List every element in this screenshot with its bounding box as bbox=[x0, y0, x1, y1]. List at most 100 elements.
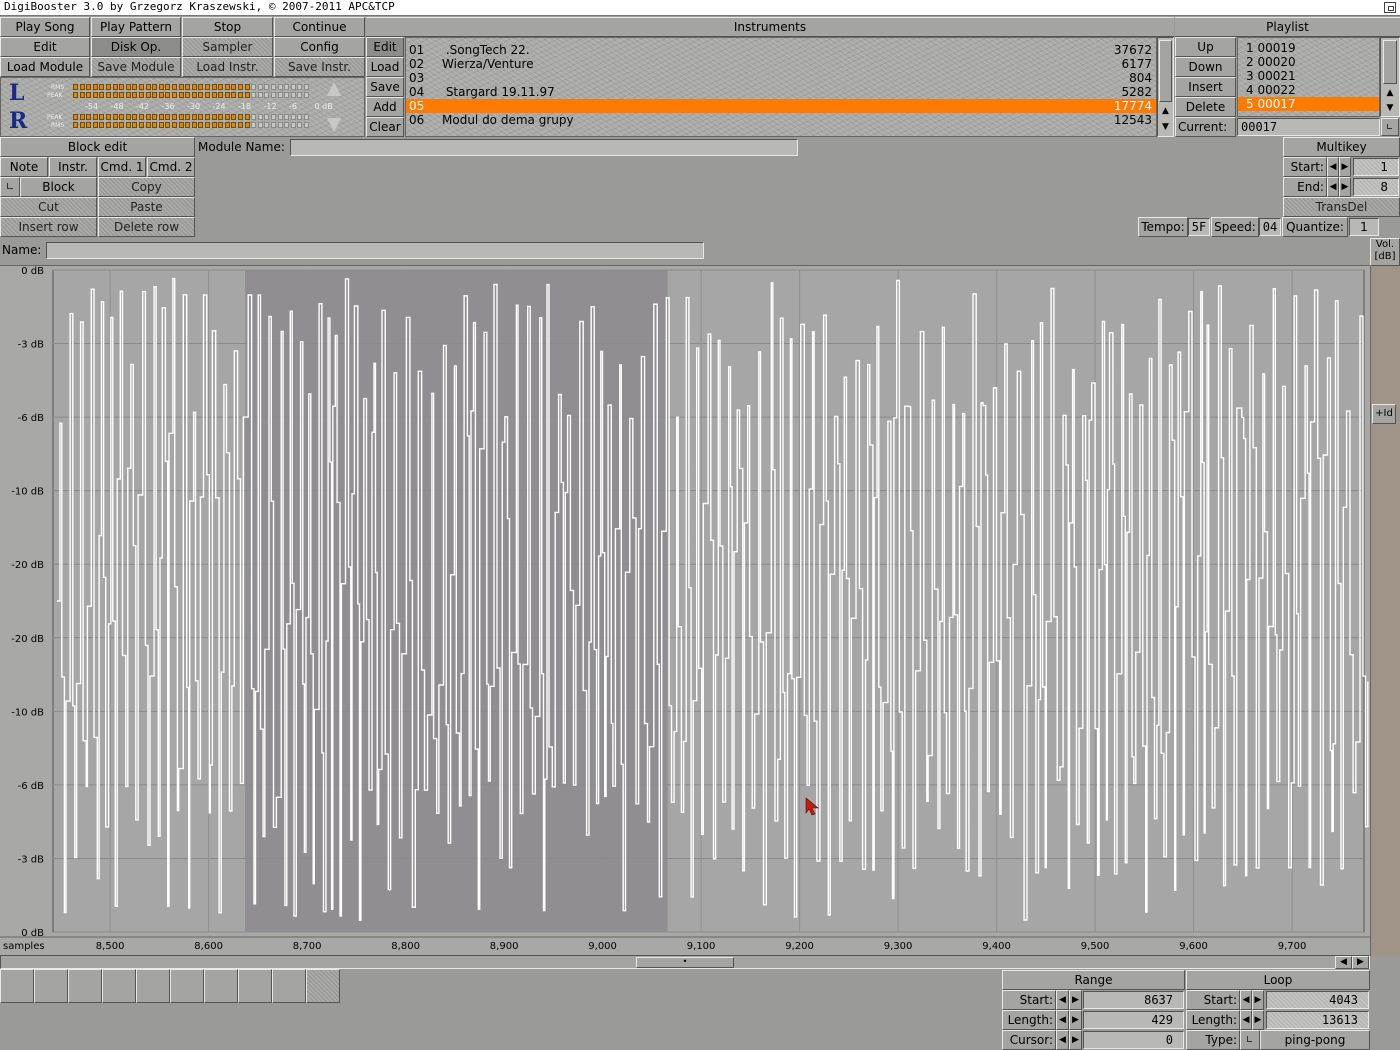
range-length-decrease-icon[interactable]: ◀ bbox=[1056, 1010, 1069, 1030]
tab-instr[interactable]: Instr. bbox=[49, 157, 97, 177]
playlist-delete-button[interactable]: Delete bbox=[1175, 97, 1236, 117]
instrument-row[interactable]: 04 Stargard 19.11.97 5282 bbox=[406, 85, 1156, 99]
vol-id-button[interactable]: +Id bbox=[1372, 404, 1396, 424]
range-start-increase-icon[interactable]: ▶ bbox=[1069, 990, 1082, 1010]
range-start-decrease-icon[interactable]: ◀ bbox=[1056, 990, 1069, 1010]
quantize-field[interactable]: 1 bbox=[1349, 218, 1379, 236]
range-cursor-increase-icon[interactable]: ▶ bbox=[1069, 1030, 1082, 1050]
instrument-row[interactable]: 02 Wierza/Venture 6177 bbox=[406, 57, 1156, 71]
instrument-row[interactable]: 03 804 bbox=[406, 71, 1156, 85]
vu-down-arrow-icon[interactable] bbox=[327, 118, 341, 132]
loop-length-field[interactable]: 13613 bbox=[1266, 1011, 1369, 1029]
load-instr-button[interactable]: Load Instr. bbox=[182, 57, 273, 77]
bottom-slot[interactable] bbox=[170, 969, 204, 1003]
insert-row-button[interactable]: Insert row bbox=[0, 217, 97, 237]
loop-length-decrease-icon[interactable]: ◀ bbox=[1240, 1010, 1252, 1030]
range-length-increase-icon[interactable]: ▶ bbox=[1069, 1010, 1082, 1030]
multikey-start-field[interactable]: 1 bbox=[1353, 158, 1399, 176]
playlist-scrollbar[interactable]: ▲ ▼ bbox=[1380, 37, 1400, 117]
save-instr-button[interactable]: Save Instr. bbox=[274, 57, 365, 77]
bottom-slot[interactable] bbox=[0, 969, 34, 1003]
instrument-save-button[interactable]: Save bbox=[366, 77, 404, 97]
playlist-item[interactable]: 4 00022 bbox=[1238, 83, 1379, 97]
loop-start-decrease-icon[interactable]: ◀ bbox=[1240, 990, 1252, 1010]
window-depth-gadget[interactable] bbox=[1384, 2, 1396, 13]
tab-cmd2[interactable]: Cmd. 2 bbox=[147, 157, 195, 177]
playlist-current-gadget[interactable] bbox=[1381, 118, 1399, 136]
loop-start-increase-icon[interactable]: ▶ bbox=[1252, 990, 1264, 1010]
tempo-field[interactable]: 5F bbox=[1188, 218, 1210, 236]
tab-cmd1[interactable]: Cmd. 1 bbox=[98, 157, 146, 177]
instrument-row[interactable]: 01 .SongTech 22. 37672 bbox=[406, 43, 1156, 57]
instrument-scrollbar[interactable]: ▲ ▼ bbox=[1157, 37, 1174, 137]
playlist-scroll-thumb[interactable] bbox=[1383, 40, 1397, 84]
copy-button[interactable]: Copy bbox=[98, 177, 195, 197]
multikey-start-increase-icon[interactable]: ▶ bbox=[1339, 157, 1351, 177]
playlist-item[interactable]: 5 00017 bbox=[1238, 97, 1379, 111]
playlist-scroll-down-icon[interactable]: ▼ bbox=[1383, 99, 1397, 114]
instrument-scroll-thumb[interactable] bbox=[1159, 40, 1172, 102]
range-cursor-field[interactable]: 0 bbox=[1083, 1031, 1184, 1049]
multikey-end-increase-icon[interactable]: ▶ bbox=[1339, 177, 1351, 197]
bottom-slot[interactable] bbox=[68, 969, 102, 1003]
instrument-add-button[interactable]: Add bbox=[366, 97, 404, 117]
instrument-row[interactable]: 05 17774 bbox=[406, 99, 1156, 113]
playlist-item[interactable]: 1 00019 bbox=[1238, 41, 1379, 55]
block-button[interactable]: Block bbox=[20, 177, 97, 197]
scroll-right-icon[interactable]: ▶ bbox=[1352, 956, 1369, 969]
bottom-slot[interactable] bbox=[306, 969, 340, 1003]
playlist-down-button[interactable]: Down bbox=[1175, 57, 1236, 77]
waveform-view[interactable]: 0 dB -3 dB -6 dB -10 dB -20 dB -20 dB -10 dB -6… bbox=[0, 265, 1370, 955]
volume-strip[interactable] bbox=[1370, 266, 1400, 956]
instrument-list[interactable]: 01 .SongTech 22. 37672 02 Wierza/Venture 617… bbox=[405, 37, 1157, 137]
range-length-field[interactable]: 429 bbox=[1083, 1011, 1184, 1029]
playlist-item[interactable]: 2 00020 bbox=[1238, 55, 1379, 69]
instrument-clear-button[interactable]: Clear bbox=[366, 117, 404, 137]
instrument-scroll-down-icon[interactable]: ▼ bbox=[1159, 118, 1172, 134]
waveform-scroll-thumb[interactable]: • bbox=[636, 957, 734, 968]
continue-button[interactable]: Continue bbox=[274, 17, 365, 37]
multikey-end-decrease-icon[interactable]: ◀ bbox=[1327, 177, 1339, 197]
scroll-left-icon[interactable]: ◀ bbox=[1335, 956, 1352, 969]
bottom-slot[interactable] bbox=[238, 969, 272, 1003]
edit-button[interactable]: Edit bbox=[0, 37, 90, 57]
instrument-scroll-up-icon[interactable]: ▲ bbox=[1159, 102, 1172, 118]
multikey-end-field[interactable]: 8 bbox=[1353, 178, 1399, 196]
bottom-slot[interactable] bbox=[34, 969, 68, 1003]
transdel-button[interactable]: TransDel bbox=[1283, 197, 1400, 217]
cut-button[interactable]: Cut bbox=[0, 197, 97, 217]
config-button[interactable]: Config bbox=[274, 37, 365, 57]
playlist-insert-button[interactable]: Insert bbox=[1175, 77, 1236, 97]
paste-button[interactable]: Paste bbox=[98, 197, 195, 217]
loop-type-cycle[interactable]: ping-pong bbox=[1260, 1030, 1370, 1050]
multikey-start-decrease-icon[interactable]: ◀ bbox=[1327, 157, 1339, 177]
save-module-button[interactable]: Save Module bbox=[91, 57, 181, 77]
play-song-button[interactable]: Play Song bbox=[0, 17, 90, 37]
play-pattern-button[interactable]: Play Pattern bbox=[91, 17, 181, 37]
loop-type-gadget[interactable] bbox=[1240, 1030, 1260, 1050]
instrument-edit-button[interactable]: Edit bbox=[366, 37, 404, 57]
delete-row-button[interactable]: Delete row bbox=[98, 217, 195, 237]
tab-note[interactable]: Note bbox=[0, 157, 48, 177]
instrument-load-button[interactable]: Load bbox=[366, 57, 404, 77]
loop-start-field[interactable]: 4043 bbox=[1266, 991, 1369, 1009]
loop-length-increase-icon[interactable]: ▶ bbox=[1252, 1010, 1264, 1030]
bottom-slot[interactable] bbox=[136, 969, 170, 1003]
vu-up-arrow-icon[interactable] bbox=[327, 82, 341, 96]
instrument-row[interactable]: 06 Modul do dema grupy 12543 bbox=[406, 113, 1156, 127]
playlist-item[interactable]: 3 00021 bbox=[1238, 69, 1379, 83]
stop-button[interactable]: Stop bbox=[182, 17, 273, 37]
speed-field[interactable]: 04 bbox=[1259, 218, 1281, 236]
bottom-slot[interactable] bbox=[204, 969, 238, 1003]
playlist-scroll-up-icon[interactable]: ▲ bbox=[1383, 84, 1397, 99]
waveform-scrollbar[interactable]: • ◀ ▶ bbox=[0, 955, 1370, 969]
sample-name-input[interactable] bbox=[46, 242, 704, 259]
sampler-button[interactable]: Sampler bbox=[182, 37, 273, 57]
load-module-button[interactable]: Load Module bbox=[0, 57, 90, 77]
block-toggle[interactable] bbox=[0, 177, 20, 197]
playlist-current-field[interactable]: 00017 bbox=[1237, 118, 1380, 136]
module-name-input[interactable] bbox=[290, 139, 798, 156]
bottom-slot[interactable] bbox=[102, 969, 136, 1003]
playlist-up-button[interactable]: Up bbox=[1175, 37, 1236, 57]
range-cursor-decrease-icon[interactable]: ◀ bbox=[1056, 1030, 1069, 1050]
